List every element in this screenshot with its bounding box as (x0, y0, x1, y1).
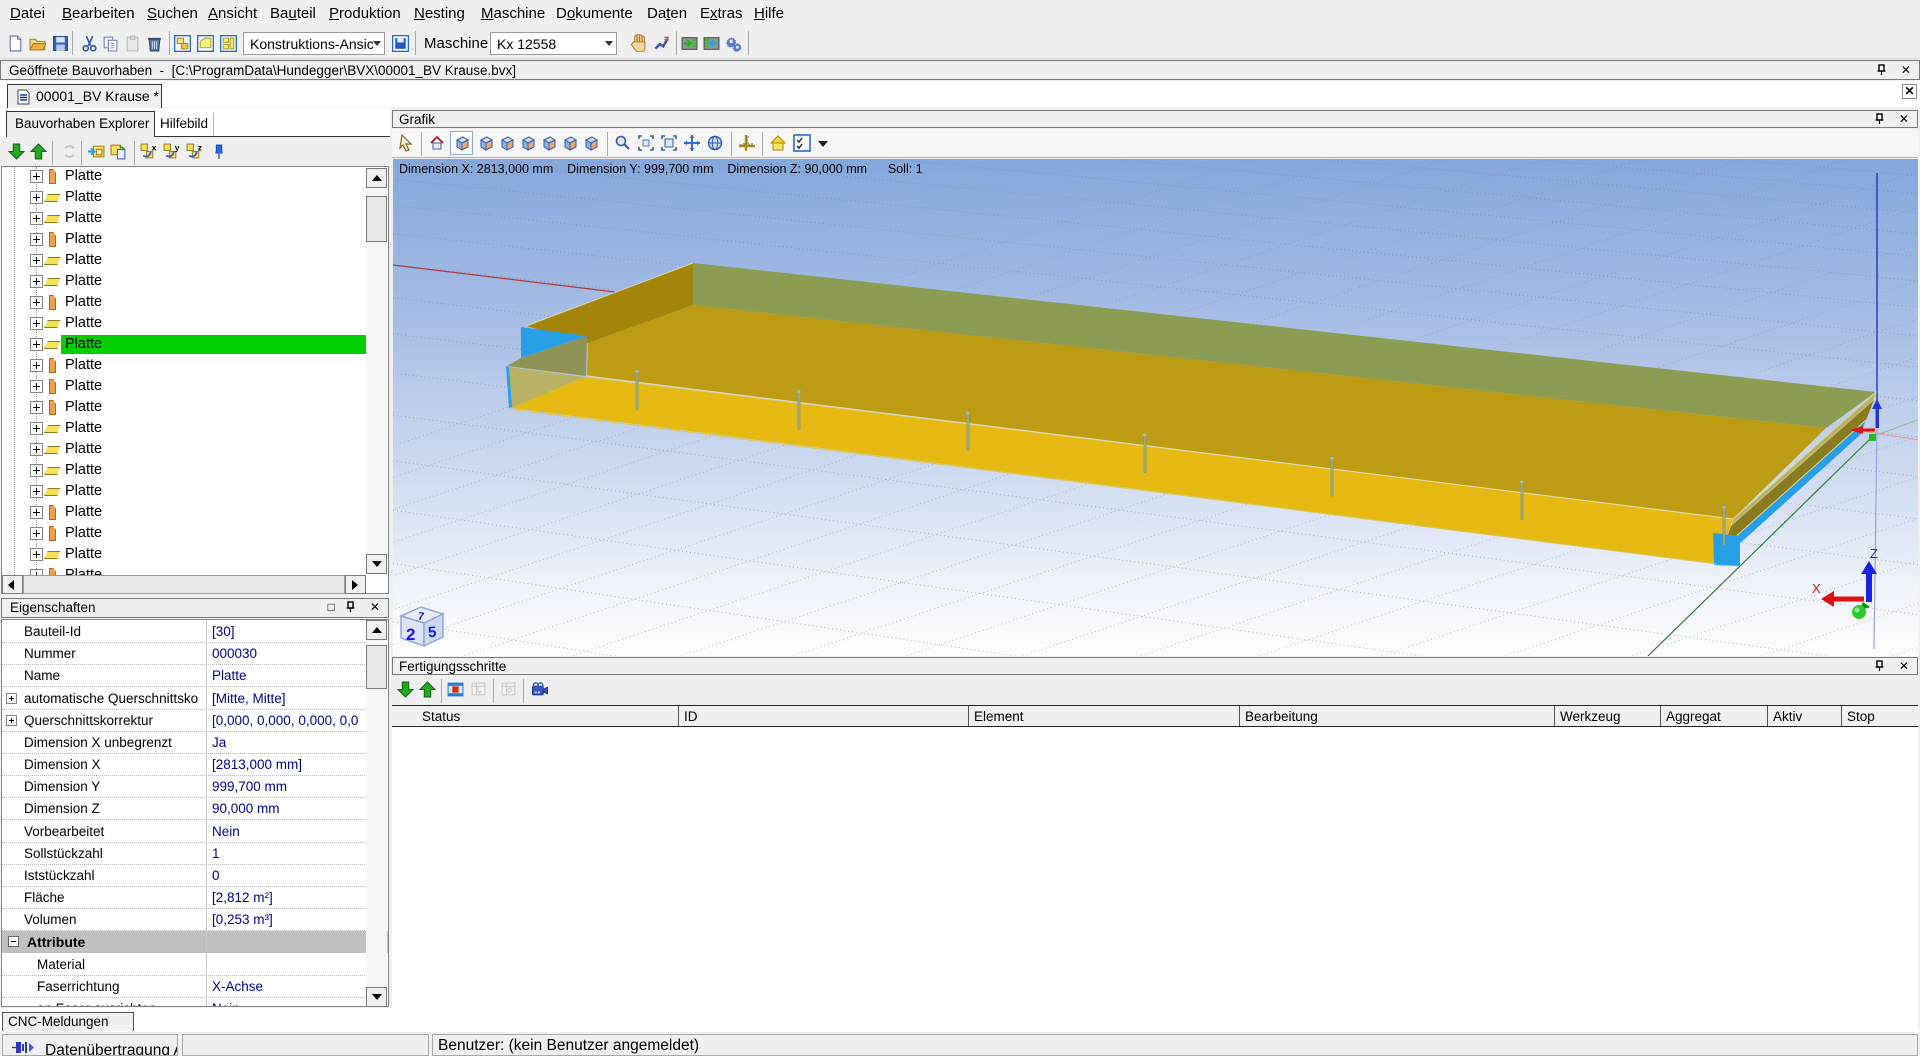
svg-text:Z: Z (1870, 546, 1878, 561)
svg-text:x: x (152, 143, 157, 152)
svg-text:X: X (1812, 581, 1821, 596)
svg-text:2: 2 (406, 625, 415, 644)
svg-text:y: y (175, 143, 180, 152)
svg-text:Dimension X: 2813,000 mm D: Dimension X: 2813,000 mm Dimension Y: 99… (399, 162, 923, 176)
svg-text:5: 5 (428, 624, 438, 642)
svg-text:z: z (198, 143, 202, 152)
